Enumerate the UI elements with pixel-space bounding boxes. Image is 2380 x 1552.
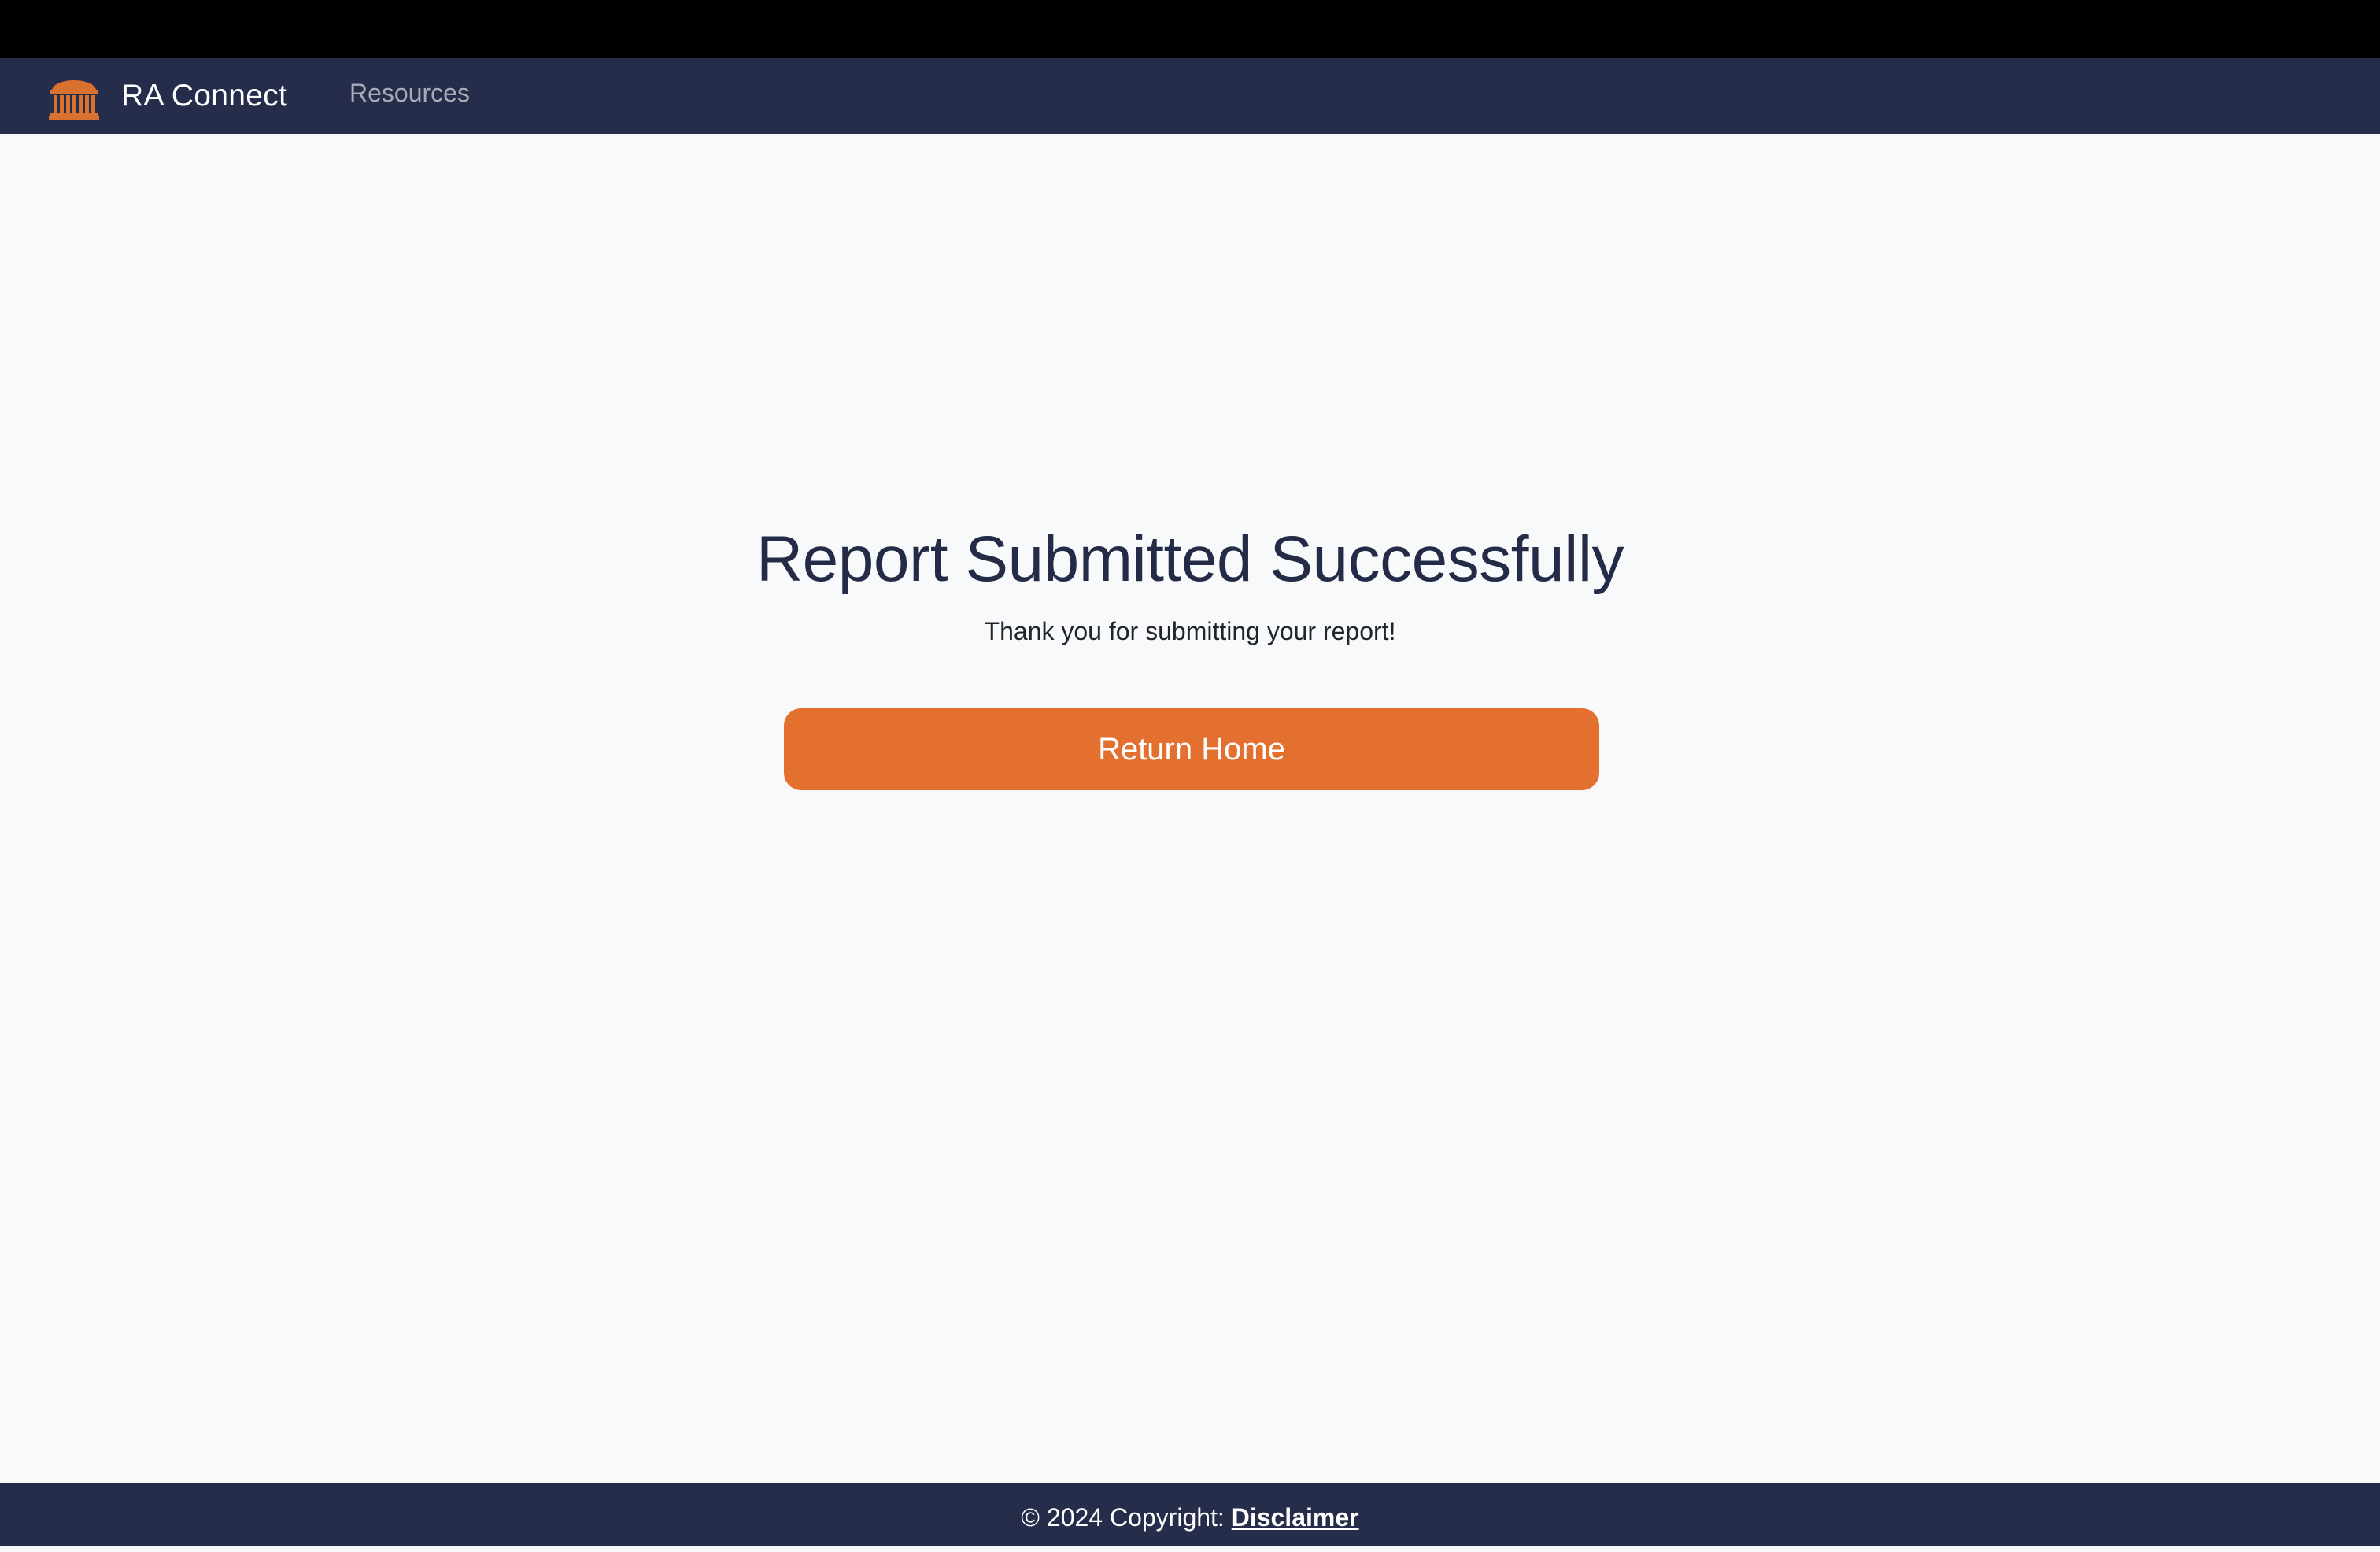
disclaimer-link[interactable]: Disclaimer [1232, 1503, 1359, 1532]
rotunda-building-icon [49, 80, 99, 120]
nav-link-resources[interactable]: Resources [349, 79, 470, 108]
copyright-text: © 2024 Copyright: [1021, 1503, 1232, 1532]
main-content [0, 134, 2380, 1483]
return-home-button[interactable]: Return Home [784, 708, 1599, 790]
footer: © 2024 Copyright: Disclaimer [0, 1483, 2380, 1546]
confirmation-message: Thank you for submitting your report! [984, 617, 1396, 645]
navbar: RA Connect Resources [0, 58, 2380, 134]
brand-name: RA Connect [121, 79, 288, 113]
page-title: Report Submitted Successfully [756, 523, 1624, 595]
browser-top-bar [0, 0, 2380, 58]
brand-link[interactable]: RA Connect [49, 72, 287, 120]
